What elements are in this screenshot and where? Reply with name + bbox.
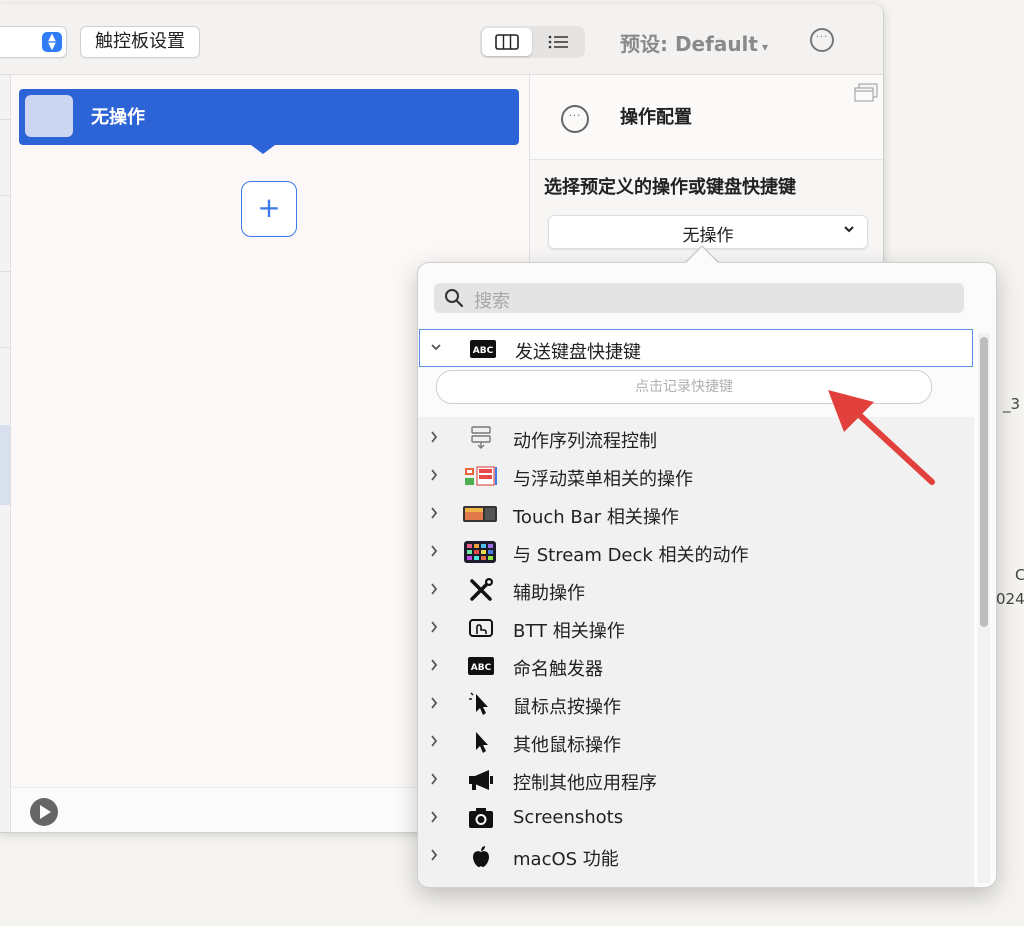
annotation-arrow-icon xyxy=(828,390,935,485)
config-panel-title: 操作配置 xyxy=(620,107,692,128)
sidebar-divider xyxy=(0,271,10,272)
category-label: 控制其他应用程序 xyxy=(513,773,657,794)
category-label: 与浮动菜单相关的操作 xyxy=(513,469,693,490)
category-stream-deck[interactable]: 与 Stream Deck 相关的动作 xyxy=(418,533,974,571)
popover-scrollbar[interactable] xyxy=(978,333,990,883)
category-label: 命名触发器 xyxy=(513,659,603,680)
mouse-click-icon xyxy=(469,692,488,715)
category-label: 与 Stream Deck 相关的动作 xyxy=(513,545,749,566)
chevron-right-icon xyxy=(428,810,440,824)
category-label: BTT 相关操作 xyxy=(513,621,625,642)
svg-text:ABC: ABC xyxy=(471,663,492,673)
config-panel-subtitle: 选择预定义的操作或键盘快捷键 xyxy=(544,177,796,198)
popover-arrow-fill xyxy=(685,247,719,264)
search-field[interactable]: 搜索 xyxy=(434,283,964,313)
columns-icon xyxy=(495,34,519,50)
column-view-button[interactable] xyxy=(482,28,532,56)
category-label: 鼠标点按操作 xyxy=(513,697,621,718)
chevron-right-icon xyxy=(428,620,440,634)
view-mode-segmented-control xyxy=(480,26,585,58)
action-thumbnail xyxy=(25,95,73,137)
category-label: 辅助操作 xyxy=(513,583,585,604)
category-touch-bar[interactable]: Touch Bar 相关操作 xyxy=(418,495,974,533)
desktop-fragment-1: _3 xyxy=(1003,395,1021,413)
btt-icon xyxy=(469,619,493,637)
add-action-button[interactable]: + xyxy=(241,181,297,237)
abc-keyboard-icon: ABC xyxy=(470,340,496,358)
chevron-right-icon xyxy=(428,582,440,596)
trigger-action-bar[interactable]: 无操作 xyxy=(19,89,519,154)
trigger-action-label: 无操作 xyxy=(91,107,145,128)
config-more-icon[interactable]: ··· xyxy=(561,105,589,133)
category-label: macOS 功能 xyxy=(513,849,619,870)
trigger-list-sidebar xyxy=(0,75,11,832)
chevron-right-icon xyxy=(428,658,440,672)
search-placeholder: 搜索 xyxy=(474,291,510,312)
play-icon[interactable] xyxy=(30,798,58,826)
select-arrows-icon: ▲ ▼ xyxy=(42,32,62,52)
chevron-right-icon xyxy=(428,848,440,862)
touch-bar-icon xyxy=(463,506,497,522)
chevron-down-icon xyxy=(430,341,442,355)
trigger-pointer xyxy=(251,145,275,154)
category-label: Touch Bar 相关操作 xyxy=(513,507,679,528)
sidebar-divider xyxy=(0,347,10,348)
category-label: 其他鼠标操作 xyxy=(513,735,621,756)
sidebar-selected-item[interactable] xyxy=(0,425,10,505)
toolbar: ▲ ▼ 触控板设置 预设: Default ▾ ··· xyxy=(0,4,883,75)
chevron-right-icon xyxy=(428,468,440,482)
abc-keyboard-icon: ABC xyxy=(468,657,494,675)
stream-deck-icon xyxy=(464,541,496,563)
chevron-right-icon xyxy=(428,430,440,444)
chevron-right-icon xyxy=(428,506,440,520)
floating-menu-icon xyxy=(465,466,497,486)
chevron-down-icon: ▾ xyxy=(761,40,769,54)
apple-icon xyxy=(473,846,489,867)
more-options-icon[interactable]: ··· xyxy=(810,28,834,52)
category-label: Screenshots xyxy=(513,807,624,828)
mouse-pointer-icon xyxy=(476,732,488,753)
category-send-shortcut[interactable]: ABC 发送键盘快捷键 xyxy=(419,329,973,367)
category-btt[interactable]: BTT 相关操作 xyxy=(418,609,974,647)
category-macos[interactable]: macOS 功能 xyxy=(418,837,974,875)
chevron-right-icon xyxy=(428,734,440,748)
category-named-trigger[interactable]: ABC 命名触发器 xyxy=(418,647,974,685)
category-other-mouse[interactable]: 其他鼠标操作 xyxy=(418,723,974,761)
category-utility[interactable]: 辅助操作 xyxy=(418,571,974,609)
trigger-type-select[interactable]: ▲ ▼ xyxy=(0,26,67,58)
predefined-action-select[interactable]: 无操作 xyxy=(548,215,868,249)
preset-label: 预设: Default xyxy=(620,32,758,56)
chevron-right-icon xyxy=(428,772,440,786)
chevron-down-icon xyxy=(843,222,855,240)
config-panel-header: ··· 操作配置 xyxy=(530,75,883,160)
category-label: 动作序列流程控制 xyxy=(513,431,657,452)
chevron-right-icon xyxy=(428,696,440,710)
desktop-fragment-3: 024 xyxy=(996,590,1024,608)
category-control-apps[interactable]: 控制其他应用程序 xyxy=(418,761,974,799)
category-label: 发送键盘快捷键 xyxy=(515,342,641,363)
action-picker-popover: 搜索 ABC 发送键盘快捷键 点击记录快捷键 动作序列流程控制 与浮动菜单相关的… xyxy=(417,262,997,888)
search-icon xyxy=(445,289,464,308)
list-icon xyxy=(548,35,568,49)
sidebar-divider xyxy=(0,195,10,196)
list-view-button[interactable] xyxy=(534,28,584,56)
scrollbar-thumb[interactable] xyxy=(980,337,988,627)
category-mouse-click[interactable]: 鼠标点按操作 xyxy=(418,685,974,723)
selected-action-value: 无操作 xyxy=(682,226,734,246)
svg-text:ABC: ABC xyxy=(473,346,494,356)
category-screenshots[interactable]: Screenshots xyxy=(418,799,974,837)
chevron-right-icon xyxy=(428,544,440,558)
megaphone-icon xyxy=(469,770,493,790)
desktop-fragment-2: C xyxy=(1015,566,1024,584)
tools-icon xyxy=(470,578,493,601)
camera-icon xyxy=(469,808,493,828)
sidebar-divider xyxy=(0,119,10,120)
preset-selector[interactable]: 预设: Default ▾ xyxy=(620,28,768,57)
trackpad-settings-button[interactable]: 触控板设置 xyxy=(80,26,200,58)
detach-window-icon[interactable] xyxy=(854,83,878,103)
flow-control-icon xyxy=(471,426,491,449)
